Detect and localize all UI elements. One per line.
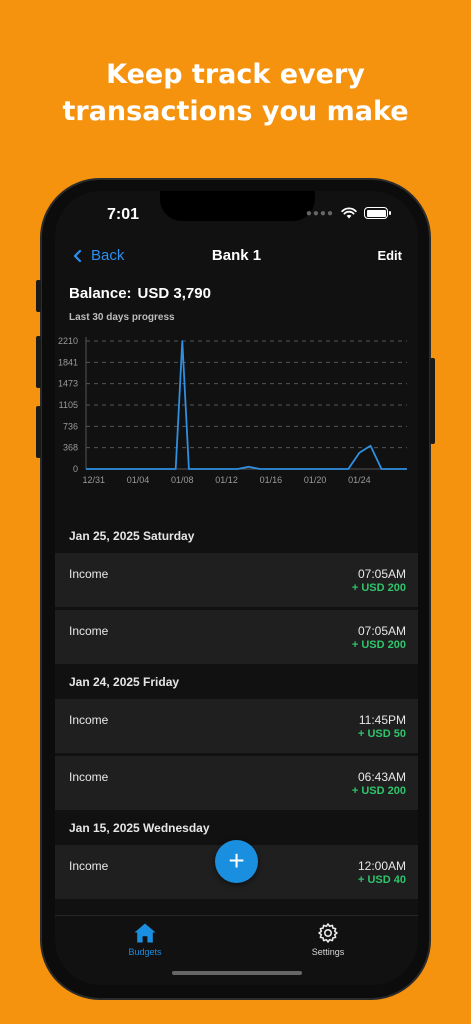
- x-tick-label: 01/16: [260, 475, 283, 485]
- transaction-time: 12:00AM: [357, 859, 406, 873]
- x-tick-label: 12/31: [82, 475, 105, 485]
- edit-button[interactable]: Edit: [377, 248, 402, 263]
- transaction-name: Income: [69, 859, 109, 873]
- transaction-amount: + USD 200: [351, 785, 406, 797]
- page-title: Bank 1: [211, 247, 262, 264]
- transaction-name: Income: [69, 770, 109, 784]
- plus-icon: +: [228, 845, 245, 876]
- home-icon: [134, 923, 156, 943]
- transaction-row[interactable]: Income 11:45PM + USD 50: [55, 699, 418, 753]
- transaction-name: Income: [69, 624, 109, 638]
- tab-budgets-label: Budgets: [128, 947, 162, 957]
- status-icons: ●●●●: [305, 207, 391, 219]
- phone-frame: 7:01 ●●●● Back Bank 1 Edit Balance: USD 3…: [36, 178, 435, 1000]
- headline-line-1: Keep track every: [106, 59, 365, 90]
- date-header: Jan 24, 2025 Friday: [69, 675, 180, 689]
- signal-dots-icon: ●●●●: [305, 207, 334, 219]
- x-tick-label: 01/08: [171, 475, 194, 485]
- x-tick-label: 01/12: [215, 475, 238, 485]
- transaction-time: 06:43AM: [357, 770, 406, 784]
- x-tick-label: 01/20: [304, 475, 327, 485]
- y-tick-label: 0: [73, 464, 78, 474]
- volume-up-button: [36, 336, 41, 388]
- home-indicator: [172, 971, 302, 975]
- y-tick-label: 2210: [58, 336, 78, 346]
- x-tick-label: 01/24: [348, 475, 371, 485]
- transaction-time: 11:45PM: [358, 713, 406, 727]
- notch: [160, 191, 315, 221]
- x-tick-label: 01/04: [127, 475, 150, 485]
- transaction-row[interactable]: Income 07:05AM + USD 200: [55, 553, 418, 607]
- battery-icon: [364, 207, 391, 219]
- power-button: [430, 358, 435, 444]
- balance: Balance: USD 3,790: [69, 285, 217, 302]
- transaction-amount: + USD 200: [351, 582, 406, 594]
- headline: Keep track every transactions you make: [0, 56, 471, 130]
- transaction-amount: + USD 50: [358, 728, 406, 740]
- transaction-time: 07:05AM: [357, 624, 406, 638]
- transaction-row[interactable]: Income 07:05AM + USD 200: [55, 610, 418, 664]
- gear-icon: [318, 923, 338, 943]
- wifi-icon: [341, 207, 357, 219]
- app-screen: 7:01 ●●●● Back Bank 1 Edit Balance: USD 3…: [55, 191, 418, 985]
- headline-line-2: transactions you make: [62, 96, 409, 127]
- tab-settings[interactable]: Settings: [283, 922, 373, 957]
- tab-budgets[interactable]: Budgets: [100, 922, 190, 957]
- y-tick-label: 736: [63, 421, 78, 431]
- balance-value: USD 3,790: [137, 285, 211, 302]
- transaction-name: Income: [69, 567, 109, 581]
- balance-label: Balance:: [69, 285, 132, 302]
- progress-chart: 0 368 736 1105 1473 1841 2210 12/31 01/04 01/08 01…: [58, 336, 407, 485]
- nav-bar: Back Bank 1 Edit: [55, 247, 418, 275]
- action-button: [36, 280, 41, 312]
- y-tick-label: 1105: [59, 400, 78, 410]
- transaction-amount: + USD 40: [358, 874, 406, 886]
- transaction-amount: + USD 200: [351, 639, 406, 651]
- y-tick-label: 1841: [58, 357, 78, 367]
- transaction-row[interactable]: Income 06:43AM + USD 200: [55, 756, 418, 810]
- add-transaction-button[interactable]: +: [215, 840, 258, 883]
- status-time: 7:01: [107, 206, 140, 223]
- progress-label: Last 30 days progress: [69, 312, 175, 323]
- y-tick-label: 1473: [58, 379, 78, 389]
- transaction-time: 07:05AM: [357, 567, 406, 581]
- date-header: Jan 25, 2025 Saturday: [69, 529, 195, 543]
- volume-down-button: [36, 406, 41, 458]
- tab-settings-label: Settings: [311, 947, 345, 957]
- transaction-name: Income: [69, 713, 109, 727]
- y-tick-label: 368: [63, 443, 78, 453]
